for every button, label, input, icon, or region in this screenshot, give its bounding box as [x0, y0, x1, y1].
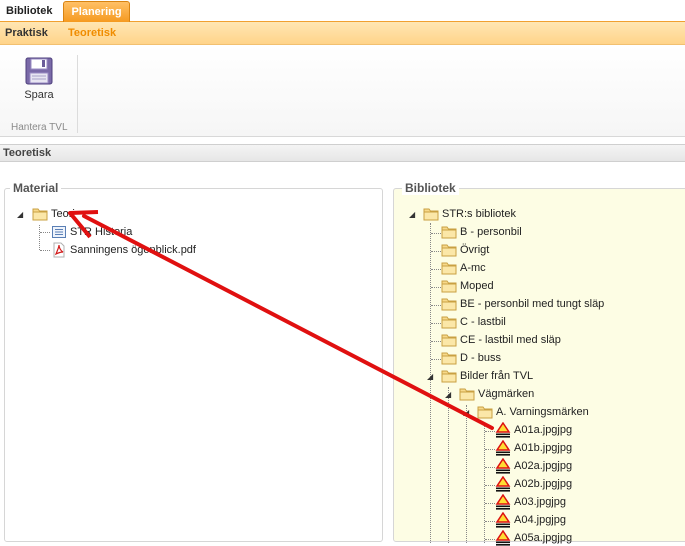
folder-icon: [441, 262, 457, 275]
tree-line: [485, 485, 495, 486]
tree-line: [430, 223, 431, 543]
tab-bibliotek[interactable]: Bibliotek: [0, 1, 58, 22]
tree-label: Moped: [460, 280, 494, 292]
tree-line: [39, 225, 40, 250]
warning-sign-image-icon: [495, 458, 511, 474]
tree-label: A-mc: [460, 262, 486, 274]
tree-line: [448, 387, 449, 543]
tree-label: A02b.jpgjpg: [514, 478, 573, 490]
tree-label: D - buss: [460, 352, 501, 364]
folder-icon: [423, 208, 439, 221]
folder-icon: [441, 334, 457, 347]
tree-line: [40, 250, 50, 251]
tree-line: [431, 269, 441, 270]
save-label: Spara: [24, 89, 54, 101]
tree-label: A01b.jpgjpg: [514, 442, 573, 454]
folder-icon: [459, 388, 475, 401]
tree-label: Övrigt: [460, 244, 490, 256]
tree-line: [485, 431, 495, 432]
tree-label: STR Historia: [70, 226, 133, 238]
warning-sign-image-icon: [495, 440, 511, 456]
tree-line: [40, 232, 50, 233]
folder-icon: [477, 406, 493, 419]
tree-label: Vägmärken: [478, 388, 535, 400]
ribbon-group-label: Hantera TVL: [11, 122, 68, 133]
ribbon-separator: [77, 55, 78, 133]
floppy-disk-icon: [25, 57, 53, 85]
tree-label: A01a.jpgjpg: [514, 424, 573, 436]
tree-line: [485, 539, 495, 540]
collapse-icon[interactable]: ◢: [463, 408, 469, 418]
folder-icon: [441, 280, 457, 293]
collapse-icon[interactable]: ◢: [445, 390, 451, 400]
tree-label: A02a.jpgjpg: [514, 460, 573, 472]
tree-label: Teori: [51, 208, 75, 220]
sub-tab-bar: Praktisk Teoretisk: [0, 22, 685, 45]
collapse-icon[interactable]: ◢: [17, 210, 23, 220]
warning-sign-image-icon: [495, 530, 511, 546]
folder-icon: [32, 208, 48, 221]
tree-line: [431, 359, 441, 360]
folder-icon: [441, 352, 457, 365]
tree-label: CE - lastbil med släp: [460, 334, 561, 346]
save-button[interactable]: Spara: [16, 57, 62, 107]
tree-label: BE - personbil med tungt släp: [460, 298, 605, 310]
tab-planering[interactable]: Planering: [63, 1, 130, 22]
folder-icon: [441, 298, 457, 311]
folder-icon: [441, 370, 457, 383]
warning-sign-image-icon: [495, 476, 511, 492]
tree-line: [431, 305, 441, 306]
tree-line: [431, 323, 441, 324]
warning-sign-image-icon: [495, 512, 511, 528]
collapse-icon[interactable]: ◢: [409, 210, 415, 220]
bibliotek-title: Bibliotek: [402, 181, 459, 195]
tree-label: B - personbil: [460, 226, 522, 238]
tree-label: A05a.jpgjpg: [514, 532, 573, 544]
collapse-icon[interactable]: ◢: [427, 372, 433, 382]
tree-line: [485, 467, 495, 468]
tree-line: [431, 233, 441, 234]
pdf-icon: [53, 242, 65, 258]
folder-icon: [441, 244, 457, 257]
tree-line: [431, 287, 441, 288]
material-title: Material: [10, 181, 62, 195]
tree-line: [485, 521, 495, 522]
tree-line: [466, 405, 467, 543]
section-header: Teoretisk: [0, 144, 685, 162]
tree-label: Sanningens ögonblick.pdf: [70, 244, 196, 256]
ribbon: Spara Hantera TVL: [0, 45, 685, 137]
bibliotek-panel: Bibliotek ◢ STR:s bibliotek B - personbi…: [393, 181, 685, 546]
tree-line: [431, 251, 441, 252]
top-tab-bar: Bibliotek Planering: [0, 0, 685, 22]
folder-icon: [441, 316, 457, 329]
tree-label: C - lastbil: [460, 316, 506, 328]
tab-teoretisk[interactable]: Teoretisk: [68, 27, 116, 39]
tree-line: [431, 341, 441, 342]
tree-line: [484, 423, 485, 543]
material-panel: Material ◢ Teori STR Historia Sanningens…: [4, 181, 383, 542]
tree-label: A04.jpgjpg: [514, 514, 566, 526]
list-document-icon: [52, 226, 66, 238]
tree-line: [485, 449, 495, 450]
folder-icon: [441, 226, 457, 239]
warning-sign-image-icon: [495, 422, 511, 438]
tree-label: Bilder från TVL: [460, 370, 534, 382]
tree-label: A. Varningsmärken: [496, 406, 589, 418]
tab-praktisk[interactable]: Praktisk: [5, 27, 48, 39]
warning-sign-image-icon: [495, 494, 511, 510]
tree-line: [485, 503, 495, 504]
tree-label: STR:s bibliotek: [442, 208, 516, 220]
tree-label: A03.jpgjpg: [514, 496, 566, 508]
